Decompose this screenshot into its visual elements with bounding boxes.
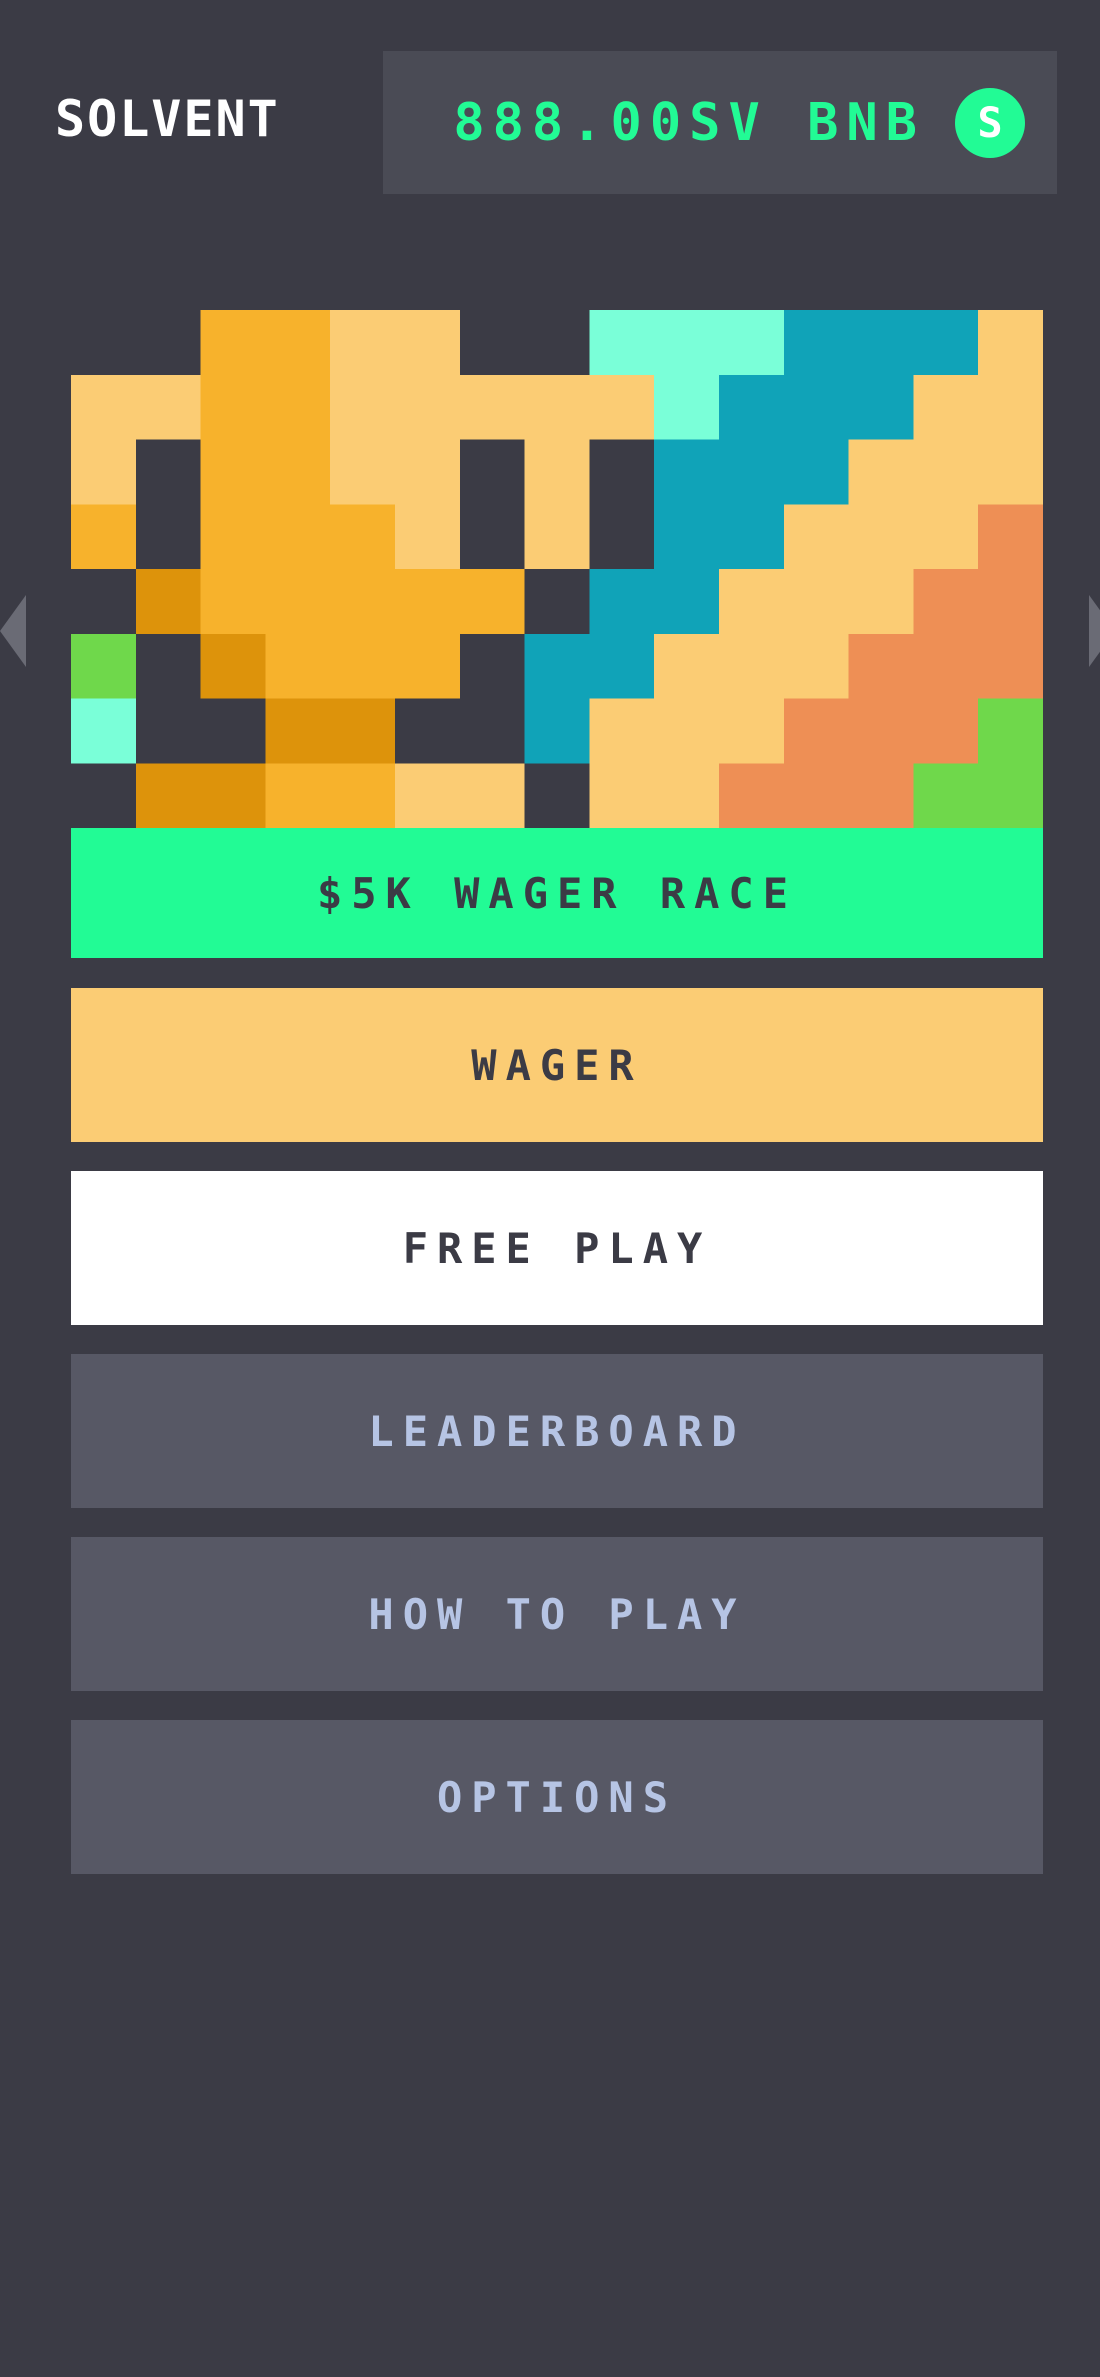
- carousel-prev-icon[interactable]: [0, 595, 26, 667]
- how-to-play-button[interactable]: HOW TO PLAY: [71, 1537, 1043, 1691]
- wallet-balance-button[interactable]: 888.00SV BNB S: [383, 51, 1057, 194]
- trophy-pixel-art: [71, 310, 1043, 828]
- options-button[interactable]: OPTIONS: [71, 1720, 1043, 1874]
- wager-button[interactable]: WAGER: [71, 988, 1043, 1142]
- brand-logo: SOLVENT: [55, 90, 280, 148]
- wager-race-button[interactable]: $5K WAGER RACE: [71, 828, 1043, 958]
- free-play-button[interactable]: FREE PLAY: [71, 1171, 1043, 1325]
- leaderboard-button[interactable]: LEADERBOARD: [71, 1354, 1043, 1508]
- main-menu-screen: SOLVENT 888.00SV BNB S $5K WAGER RACE WA…: [0, 0, 1100, 2377]
- coin-icon: S: [955, 87, 1025, 158]
- wallet-balance: 888.00SV BNB: [453, 92, 925, 153]
- coin-symbol: S: [977, 98, 1003, 147]
- wager-race-banner[interactable]: [71, 310, 1043, 828]
- carousel-next-icon[interactable]: [1089, 595, 1100, 667]
